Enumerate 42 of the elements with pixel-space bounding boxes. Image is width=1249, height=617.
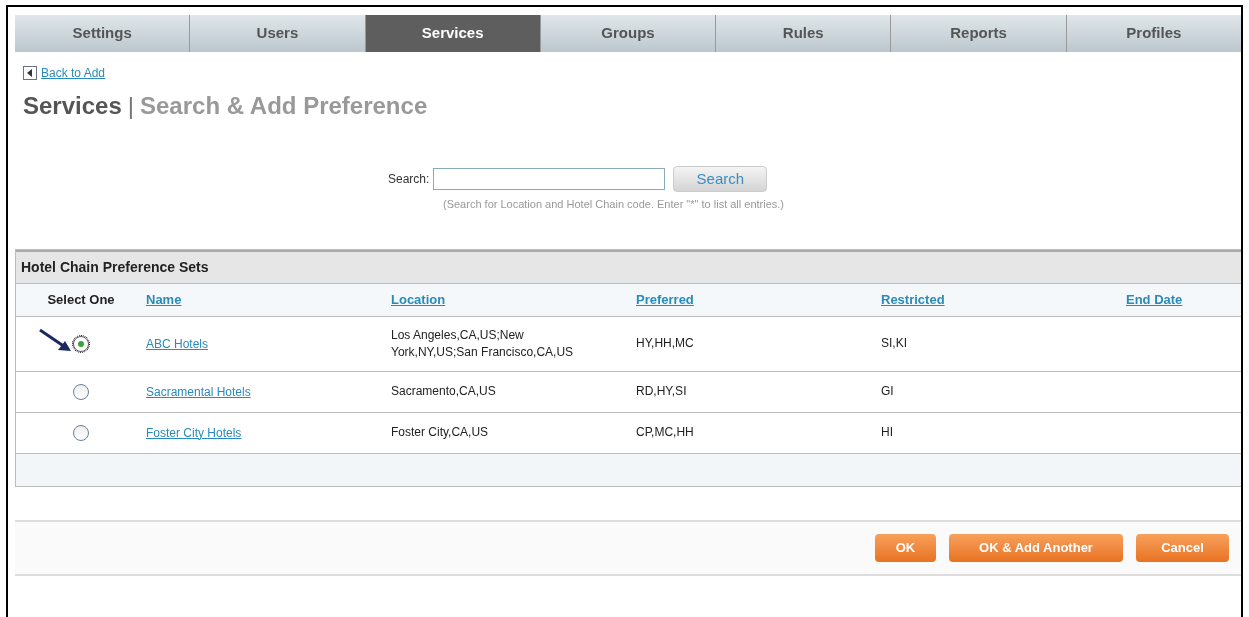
column-header: Select One (47, 290, 115, 309)
radio-button[interactable] (73, 383, 89, 400)
restricted-cell: GI (881, 383, 894, 400)
nav-tab[interactable]: Users (190, 15, 366, 52)
column-sort-link[interactable]: Location (391, 289, 446, 310)
title-separator: | (127, 91, 134, 121)
nav-tab[interactable]: Groups (540, 15, 717, 52)
preferred-cell: RD,HY,SI (636, 383, 687, 400)
search-field[interactable] (433, 168, 666, 190)
column-sort-link[interactable]: End Date (1126, 289, 1183, 310)
hotel-link[interactable]: ABC Hotels (146, 334, 209, 353)
restricted-cell: SI,KI (881, 335, 907, 352)
hotel-link[interactable]: Sacramental Hotels (146, 382, 251, 401)
ok-add-another-button[interactable]: OK & Add Another (949, 533, 1123, 562)
back-icon (23, 66, 37, 80)
ok-button[interactable]: OK (875, 533, 936, 562)
restricted-cell: HI (881, 424, 893, 441)
nav-tab[interactable]: Rules (716, 15, 892, 52)
search-button[interactable]: Search (673, 166, 768, 192)
radio-button[interactable] (73, 424, 89, 441)
section-header: Hotel Chain Preference Sets (16, 249, 1241, 283)
page-subtitle: Search & Add Preference (140, 91, 428, 121)
search-hint: (Search for Location and Hotel Chain code. Enter "*" to list all entries.) (442, 197, 785, 212)
radio-button[interactable] (73, 335, 89, 352)
cancel-button[interactable]: Cancel (1136, 533, 1229, 562)
hotel-link[interactable]: Foster City Hotels (146, 423, 242, 442)
nav-tab[interactable]: Profiles (1066, 15, 1242, 52)
preferred-cell: CP,MC,HH (636, 424, 694, 441)
column-sort-link[interactable]: Name (146, 289, 182, 310)
back-link[interactable]: Back to Add (41, 64, 106, 82)
nav-tab[interactable]: Reports (891, 15, 1067, 52)
column-sort-link[interactable]: Restricted (881, 289, 945, 310)
callout-arrow (38, 328, 72, 354)
page-title: Services (23, 91, 122, 121)
search-label: Search: (388, 171, 430, 188)
column-sort-link[interactable]: Preferred (636, 289, 694, 310)
nav-tab[interactable]: Services (365, 15, 541, 52)
location-cell-text: Foster City,CA,US (391, 424, 490, 441)
nav-tab[interactable]: Settings (15, 15, 191, 52)
location-cell-text: Los Angeles,CA,US;New York,NY,US;San Francisco,CA,US (391, 326, 575, 361)
preferred-cell: HY,HH,MC (636, 335, 694, 352)
location-cell-text: Sacramento,CA,US (391, 383, 497, 400)
